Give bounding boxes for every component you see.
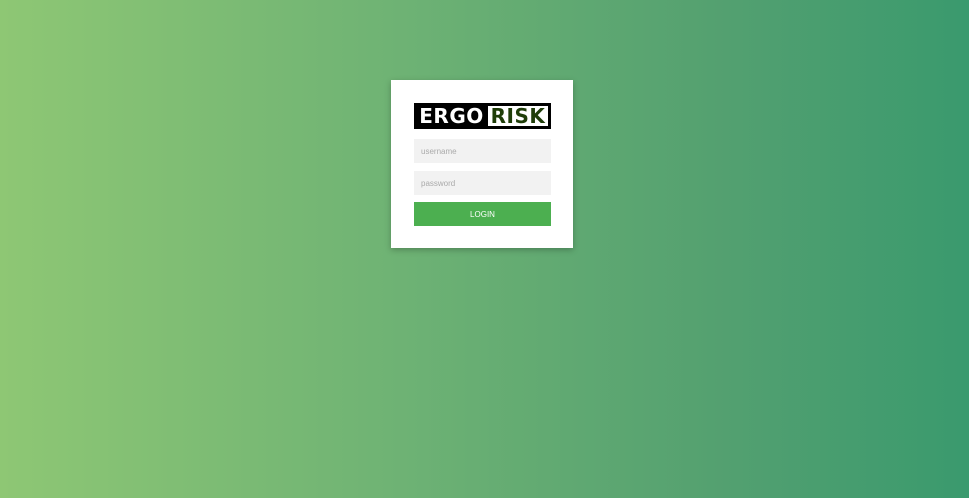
username-input[interactable] bbox=[414, 139, 551, 163]
login-page: { "logo": { "part1": "ERGO", "part2": "R… bbox=[0, 0, 969, 498]
ergorisk-logo: ERGO RISK bbox=[414, 103, 551, 129]
logo-text-risk: RISK bbox=[488, 106, 548, 126]
login-card: ERGO RISK LOGIN bbox=[391, 80, 573, 248]
logo-text-ergo: ERGO bbox=[419, 104, 484, 128]
password-input[interactable] bbox=[414, 171, 551, 195]
login-button[interactable]: LOGIN bbox=[414, 202, 551, 226]
